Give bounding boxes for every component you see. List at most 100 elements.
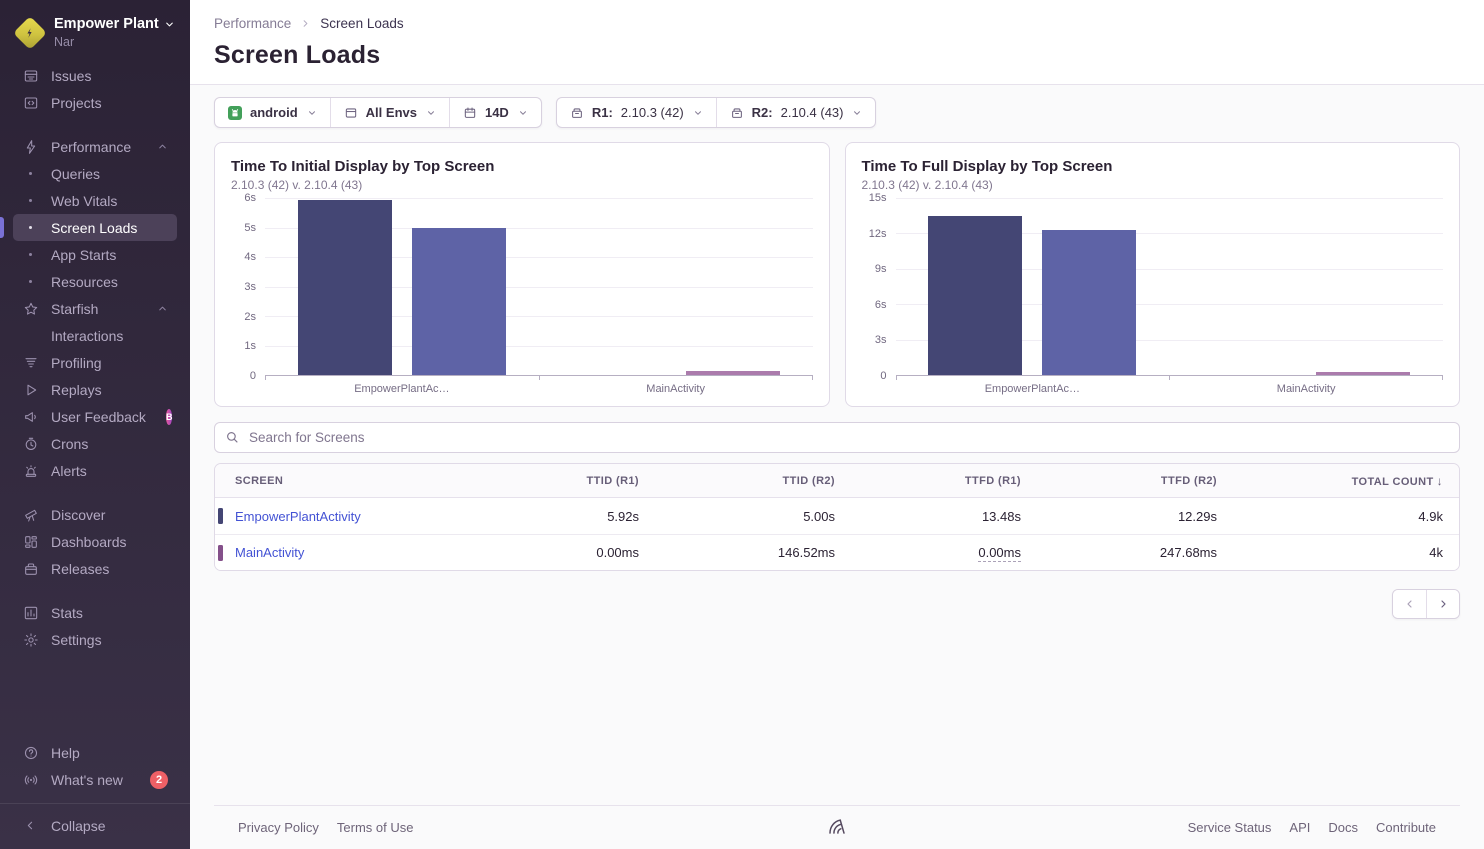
sidebar-item-discover[interactable]: Discover	[13, 501, 177, 528]
cell-total-count: 4k	[1233, 545, 1459, 560]
x-axis-label: MainActivity	[1169, 383, 1443, 395]
column-header-total-count[interactable]: TOTAL COUNT↓	[1233, 474, 1459, 488]
sidebar-item-whats-new[interactable]: What's new 2	[13, 766, 177, 793]
chart-title: Time To Initial Display by Top Screen	[231, 158, 813, 175]
bar[interactable]	[298, 200, 392, 375]
plot-area	[896, 198, 1444, 376]
privacy-policy-link[interactable]: Privacy Policy	[238, 820, 319, 835]
sidebar-item-dashboards[interactable]: Dashboards	[13, 528, 177, 555]
chevron-down-icon	[852, 108, 862, 118]
y-tick-label: 6s	[244, 191, 256, 205]
sidebar-item-starfish[interactable]: Starfish	[13, 295, 177, 322]
sidebar-collapse-button[interactable]: Collapse	[13, 812, 177, 839]
calendar-icon	[463, 106, 477, 120]
column-header-ttid-r2[interactable]: TTID (R2)	[655, 475, 851, 487]
y-tick-label: 4s	[244, 250, 256, 264]
sidebar-item-label: Queries	[51, 166, 100, 182]
x-axis-label: EmpowerPlantAc…	[896, 383, 1170, 395]
sidebar-item-projects[interactable]: Projects	[13, 89, 177, 116]
sidebar-item-label: Replays	[51, 382, 102, 398]
release-1-filter[interactable]: R1: 2.10.3 (42)	[557, 98, 716, 127]
table-row[interactable]: EmpowerPlantActivity 5.92s 5.00s 13.48s …	[215, 498, 1459, 534]
bar[interactable]	[1042, 230, 1136, 375]
cell-ttid-r1: 5.92s	[465, 509, 655, 524]
beta-badge: B	[166, 409, 173, 425]
org-team: Nar	[54, 35, 175, 50]
docs-link[interactable]: Docs	[1328, 820, 1358, 835]
project-filter[interactable]: android	[215, 98, 330, 127]
x-tick	[1442, 376, 1443, 380]
bar[interactable]	[928, 216, 1022, 375]
previous-page-button[interactable]	[1393, 590, 1426, 618]
gear-icon	[22, 632, 39, 648]
chevron-left-icon	[22, 819, 39, 832]
sidebar-item-interactions[interactable]: Interactions	[13, 322, 177, 349]
bullet-icon	[22, 253, 39, 256]
sidebar-item-queries[interactable]: Queries	[13, 160, 177, 187]
api-link[interactable]: API	[1289, 820, 1310, 835]
sidebar-item-alerts[interactable]: Alerts	[13, 457, 177, 484]
sentry-logo-icon	[826, 816, 848, 840]
date-range-filter[interactable]: 14D	[449, 98, 541, 127]
cell-ttid-r2: 5.00s	[655, 509, 851, 524]
environment-filter[interactable]: All Envs	[330, 98, 449, 127]
screen-link[interactable]: MainActivity	[235, 545, 304, 560]
next-page-button[interactable]	[1426, 590, 1459, 618]
bullet-icon	[22, 172, 39, 175]
sidebar-item-crons[interactable]: Crons	[13, 430, 177, 457]
sidebar-item-screen-loads[interactable]: Screen Loads	[13, 214, 177, 241]
sidebar-item-settings[interactable]: Settings	[13, 626, 177, 653]
sidebar-item-label: Help	[51, 745, 80, 761]
sidebar-item-releases[interactable]: Releases	[13, 555, 177, 582]
content: android All Envs 14D R1:	[190, 85, 1484, 849]
y-tick-label: 6s	[875, 298, 887, 312]
release-2-filter[interactable]: R2: 2.10.4 (43)	[716, 98, 876, 127]
search-input[interactable]	[214, 422, 1460, 453]
sidebar-item-label: Alerts	[51, 463, 87, 479]
column-header-ttfd-r1[interactable]: TTFD (R1)	[851, 475, 1037, 487]
bullet-icon	[22, 199, 39, 202]
column-header-ttid-r1[interactable]: TTID (R1)	[465, 475, 655, 487]
bar[interactable]	[686, 371, 780, 375]
sidebar-item-label: Issues	[51, 68, 91, 84]
release-2-value: 2.10.4 (43)	[781, 105, 844, 120]
sidebar-item-performance[interactable]: Performance	[13, 133, 177, 160]
environment-filter-value: All Envs	[366, 105, 417, 120]
sort-desc-icon: ↓	[1437, 474, 1443, 488]
table-row[interactable]: MainActivity 0.00ms 146.52ms 0.00ms 247.…	[215, 534, 1459, 570]
column-header-screen[interactable]: SCREEN	[215, 475, 465, 487]
sidebar-item-label: What's new	[51, 772, 123, 788]
siren-icon	[22, 463, 39, 479]
terms-of-use-link[interactable]: Terms of Use	[337, 820, 414, 835]
x-axis: EmpowerPlantAc…MainActivity	[265, 383, 813, 395]
sidebar-item-help[interactable]: Help	[13, 739, 177, 766]
screen-link[interactable]: EmpowerPlantActivity	[235, 509, 361, 524]
contribute-link[interactable]: Contribute	[1376, 820, 1436, 835]
y-tick-label: 12s	[869, 227, 887, 241]
service-status-link[interactable]: Service Status	[1188, 820, 1272, 835]
sidebar-item-web-vitals[interactable]: Web Vitals	[13, 187, 177, 214]
sidebar-item-label: Discover	[51, 507, 105, 523]
sidebar-item-replays[interactable]: Replays	[13, 376, 177, 403]
chevron-down-icon	[518, 108, 528, 118]
y-tick-label: 15s	[869, 191, 887, 205]
issues-icon	[22, 68, 39, 84]
bar-group	[896, 198, 1170, 375]
cell-total-count: 4.9k	[1233, 509, 1459, 524]
y-axis: 03s6s9s12s15s	[862, 198, 896, 376]
sidebar-item-stats[interactable]: Stats	[13, 599, 177, 626]
column-header-ttfd-r2[interactable]: TTFD (R2)	[1037, 475, 1233, 487]
breadcrumb-performance[interactable]: Performance	[214, 16, 291, 31]
sidebar-item-app-starts[interactable]: App Starts	[13, 241, 177, 268]
sidebar-item-resources[interactable]: Resources	[13, 268, 177, 295]
org-switcher[interactable]: Empower Plant Nar	[0, 12, 190, 62]
bar[interactable]	[1316, 372, 1410, 375]
y-tick-label: 1s	[244, 339, 256, 353]
sidebar-item-profiling[interactable]: Profiling	[13, 349, 177, 376]
bar[interactable]	[412, 228, 506, 376]
dashboards-icon	[22, 534, 39, 550]
x-tick	[1169, 376, 1170, 380]
sidebar-item-user-feedback[interactable]: User Feedback B	[13, 403, 177, 430]
chevron-down-icon	[426, 108, 436, 118]
sidebar-item-issues[interactable]: Issues	[13, 62, 177, 89]
